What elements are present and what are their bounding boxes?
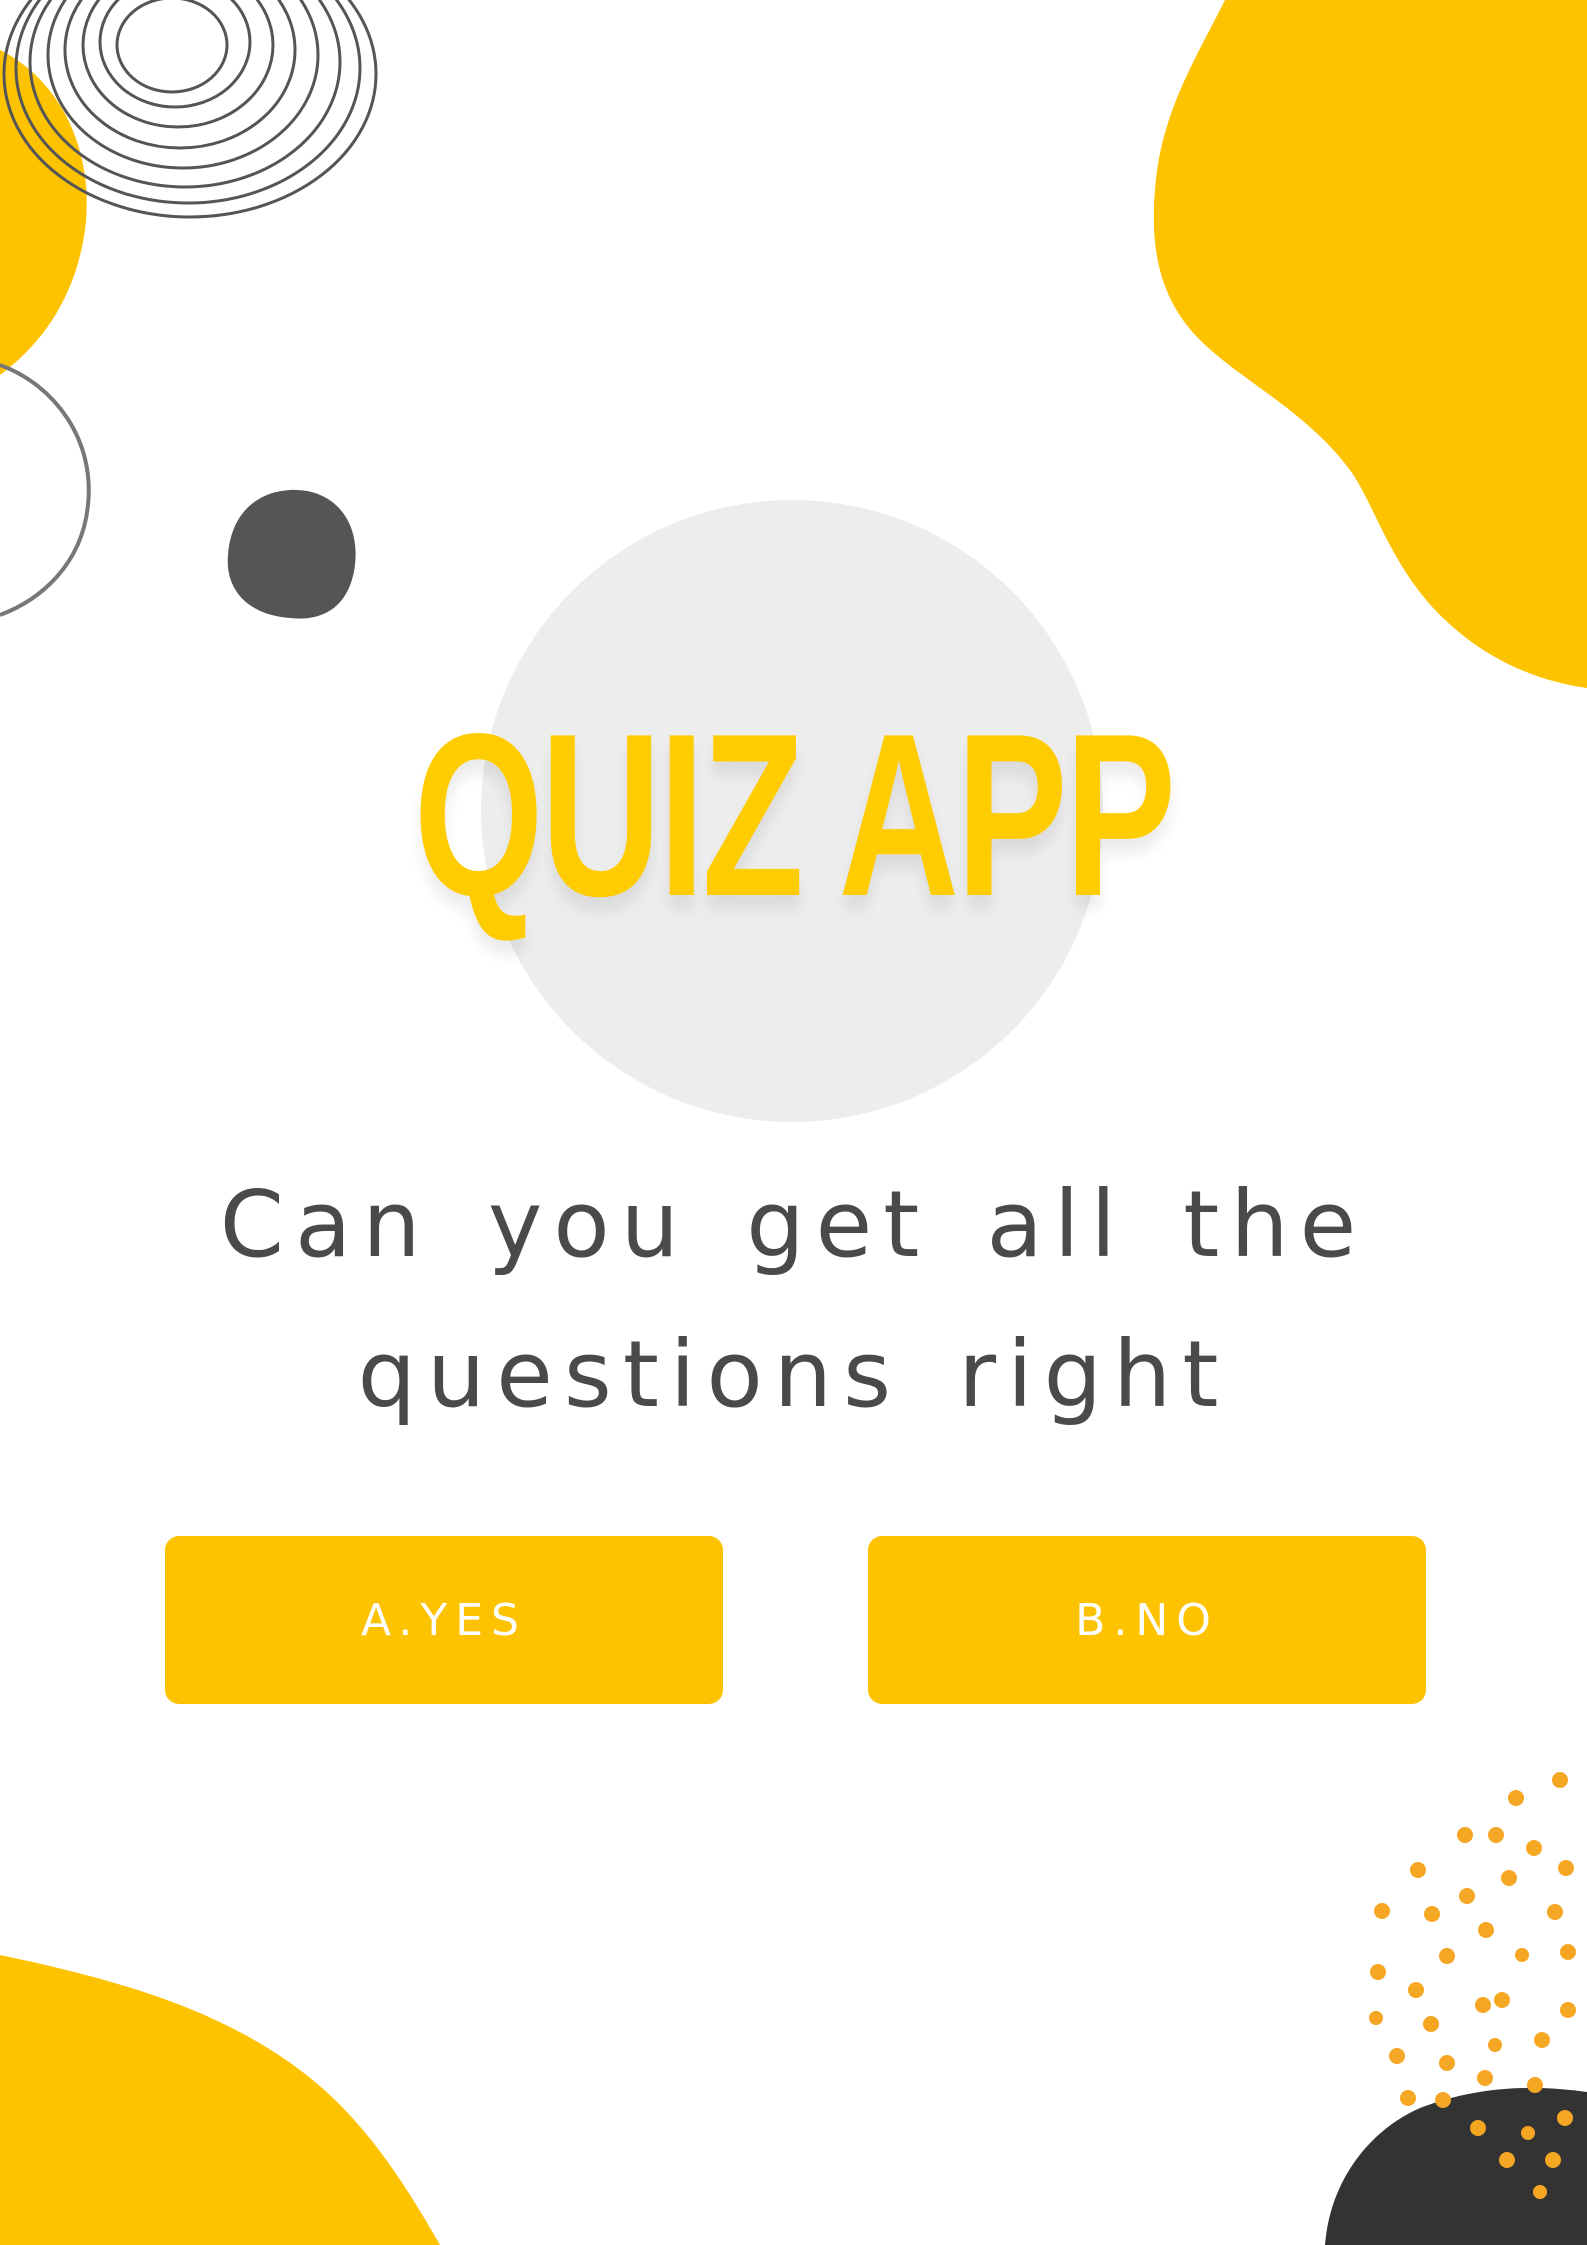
- dark-dot-shape: [227, 489, 356, 619]
- top-left-yellow-blob: [0, 50, 87, 375]
- app-title: QUIZ APP: [413, 686, 1177, 945]
- question-line-1: Can you get all the: [219, 1171, 1368, 1278]
- bottom-left-yellow-blob: [0, 1955, 440, 2245]
- answer-no-label: B.NO: [1075, 1594, 1219, 1646]
- top-right-yellow-blob: [1153, 0, 1587, 688]
- question-text: Can you get all the questions right: [0, 1150, 1587, 1450]
- bottom-right-dark-blob: [1325, 2087, 1587, 2245]
- answer-yes-button[interactable]: A.YES: [165, 1536, 723, 1704]
- background-decoration: [0, 0, 1587, 2245]
- answer-no-button[interactable]: B.NO: [868, 1536, 1426, 1704]
- question-line-2: questions right: [357, 1321, 1230, 1428]
- answer-yes-label: A.YES: [361, 1594, 527, 1646]
- outline-loop-shape: [0, 363, 91, 617]
